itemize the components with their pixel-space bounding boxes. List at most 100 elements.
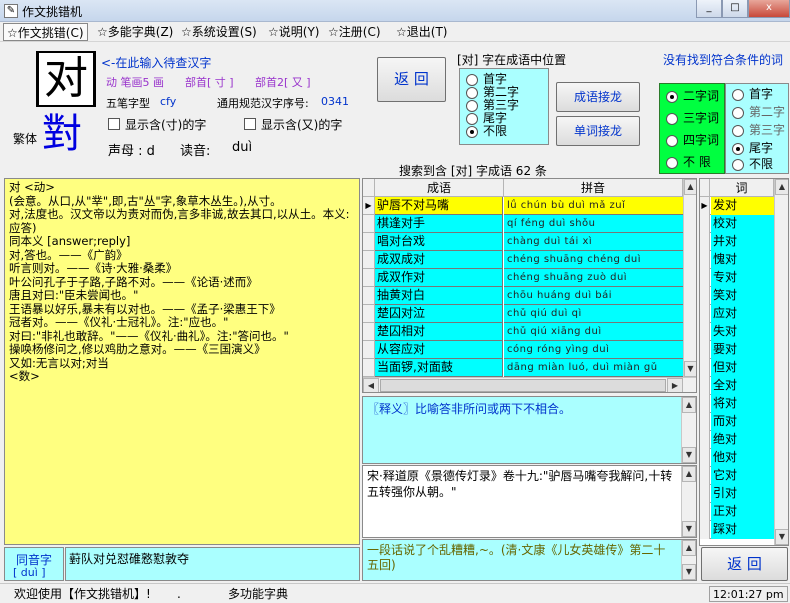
table-row[interactable]: 楚囚相对 chǔ qiú xiāng duì [363, 323, 683, 341]
table-row[interactable]: 当面锣,对面鼓 dāng miàn luó, duì miàn gǔ [363, 359, 683, 377]
scroll-up-icon[interactable]: ▲ [682, 397, 696, 413]
idiom-table[interactable]: 成语 拼音 ▶ 驴唇不对马嘴 lǘ chún bù duì mǎ zuǐ 棋逢对手 q… [362, 178, 697, 393]
table-row[interactable]: 唱对台戏 chàng duì tái xì [363, 233, 683, 251]
scroll-right-icon[interactable]: ▶ [667, 378, 683, 392]
status-bar: 欢迎使用【作文挑错机】! . 多功能字典 12:01:27 pm [0, 583, 790, 603]
scroll-up-icon[interactable]: ▲ [684, 179, 696, 195]
word-list-scrollbar[interactable]: ▲ ▼ [774, 179, 788, 545]
show-radical1-checkbox[interactable] [108, 118, 120, 130]
homophone-chars: 薱队对兑怼碓憝懟敦夺 [69, 552, 190, 566]
scroll-down-icon[interactable]: ▼ [682, 447, 696, 463]
row-indicator [700, 215, 710, 233]
row-indicator [700, 377, 710, 395]
word-list[interactable]: 词 ▶ 发对 校对 并对 愧对 专对 笑对 应对 失对 要对 但对 全对 将对 而对 绝对 他对 它对 引对 正对踩… [699, 178, 789, 546]
menu-dictionary[interactable]: ☆多能字典(Z) [94, 23, 176, 41]
word-list-item[interactable]: 全对 [700, 377, 774, 395]
back-button-bottom[interactable]: 返 回 [701, 547, 788, 581]
word-list-item[interactable]: 失对 [700, 323, 774, 341]
radical-1: 部首[ 寸 ] [185, 76, 234, 89]
menu-help[interactable]: ☆说明(Y) [265, 23, 322, 41]
wubi-label: 五笔字型 [106, 97, 150, 110]
radio-icon [732, 107, 744, 119]
word-length-radio-group: 二字词 三字词 四字词 不 限 [659, 83, 725, 174]
word-list-item[interactable]: 踩对 [700, 521, 774, 539]
word-list-item[interactable]: 并对 [700, 233, 774, 251]
scroll-thumb[interactable] [380, 379, 666, 392]
word-list-item[interactable]: 引对 [700, 485, 774, 503]
word-list-item[interactable]: 愧对 [700, 251, 774, 269]
menu-composition-check[interactable]: ☆作文挑错(C) [3, 23, 88, 41]
reading-value: duì [232, 140, 253, 155]
minimize-button[interactable]: _ [696, 0, 722, 18]
char-input[interactable]: 对 [36, 51, 96, 107]
row-pointer-icon: ▶ [700, 197, 710, 215]
table-row[interactable]: 从容应对 cóng róng yìng duì [363, 341, 683, 359]
word-list-header[interactable]: 词 [710, 179, 774, 197]
word-list-item[interactable]: 他对 [700, 449, 774, 467]
show-radical2-checkbox[interactable] [244, 118, 256, 130]
column-header-idiom[interactable]: 成语 [375, 179, 504, 197]
word-list-item[interactable]: 笑对 [700, 287, 774, 305]
word-list-item[interactable]: 应对 [700, 305, 774, 323]
word-text: 愧对 [711, 251, 774, 269]
word-text: 而对 [711, 413, 774, 431]
word-list-item[interactable]: 但对 [700, 359, 774, 377]
scroll-down-icon[interactable]: ▼ [682, 521, 696, 537]
scroll-up-icon[interactable]: ▲ [682, 466, 696, 482]
table-row[interactable]: 棋逢对手 qí féng duì shǒu [363, 215, 683, 233]
table-row[interactable]: 抽黄对白 chōu huáng duì bái [363, 287, 683, 305]
row-pointer-icon: ▶ [363, 197, 375, 215]
scroll-down-icon[interactable]: ▼ [775, 529, 788, 545]
word-text: 但对 [711, 359, 774, 377]
maximize-button[interactable]: □ [722, 0, 748, 18]
homophone-chars-box[interactable]: 薱队对兑怼碓憝懟敦夺 [65, 547, 360, 581]
close-button[interactable]: x [748, 0, 790, 18]
example-scrollbar[interactable]: ▲ ▼ [681, 540, 696, 580]
example-panel[interactable]: 一段话说了个乱糟糟,~。(清·文康《儿女英雄传》第二十五回) ▲ ▼ [362, 539, 697, 581]
table-row[interactable]: 成双作对 chéng shuāng zuò duì [363, 269, 683, 287]
table-vertical-scrollbar[interactable]: ▲ ▼ [683, 179, 696, 377]
word-list-item[interactable]: 校对 [700, 215, 774, 233]
word-list-item[interactable]: ▶ 发对 [700, 197, 774, 215]
table-row[interactable]: 楚囚对泣 chǔ qiú duì qì [363, 305, 683, 323]
row-indicator [700, 413, 710, 431]
back-button-top[interactable]: 返 回 [377, 57, 446, 102]
word-list-item[interactable]: 绝对 [700, 431, 774, 449]
menu-settings[interactable]: ☆系统设置(S) [178, 23, 260, 41]
menu-register[interactable]: ☆注册(C) [325, 23, 384, 41]
idiom-chain-button[interactable]: 成语接龙 [556, 82, 640, 112]
word-list-item[interactable]: 要对 [700, 341, 774, 359]
radio-selected-icon [732, 143, 744, 155]
scroll-down-icon[interactable]: ▼ [684, 361, 696, 377]
word-list-corner [700, 179, 710, 197]
word-chain-button[interactable]: 单词接龙 [556, 116, 640, 146]
table-horizontal-scrollbar[interactable]: ◀ ▶ [363, 377, 696, 392]
definition-panel[interactable]: 对 <动> (会意。从口,从"丵",即,古"丛"字,象草木丛生。),从寸。 对,… [4, 178, 360, 545]
word-text: 应对 [711, 305, 774, 323]
menu-exit[interactable]: ☆退出(T) [393, 23, 450, 41]
word-list-item[interactable]: 而对 [700, 413, 774, 431]
scroll-up-icon[interactable]: ▲ [775, 179, 788, 195]
row-indicator [700, 521, 710, 539]
explanation-panel[interactable]: 〖释义〗比喻答非所问或两下不相合。 ▲ ▼ [362, 396, 697, 464]
word-list-item[interactable]: 它对 [700, 467, 774, 485]
word-list-item[interactable]: 专对 [700, 269, 774, 287]
table-row[interactable]: ▶ 驴唇不对马嘴 lǘ chún bù duì mǎ zuǐ [363, 197, 683, 215]
status-dot: . [177, 587, 181, 601]
word-list-item[interactable]: 将对 [700, 395, 774, 413]
table-row[interactable]: 成双成对 chéng shuāng chéng duì [363, 251, 683, 269]
scroll-down-icon[interactable]: ▼ [682, 564, 696, 580]
row-indicator [700, 323, 710, 341]
word-text: 发对 [711, 197, 774, 215]
source-panel[interactable]: 宋·释道原《景德传灯录》卷十九:"驴唇马嘴夸我解问,十转五转强你从朝。" ▲ ▼ [362, 465, 697, 538]
no-match-message: 没有找到符合条件的词 [663, 53, 784, 67]
explanation-scrollbar[interactable]: ▲ ▼ [681, 397, 696, 463]
scroll-left-icon[interactable]: ◀ [363, 378, 379, 392]
scroll-up-icon[interactable]: ▲ [682, 540, 696, 556]
std-number-label: 通用规范汉字序号: [217, 97, 309, 110]
word-list-item[interactable]: 正对 [700, 503, 774, 521]
radio-selected-icon [666, 91, 678, 103]
column-header-pinyin[interactable]: 拼音 [504, 179, 683, 197]
status-module: 多功能字典 [228, 587, 289, 601]
source-scrollbar[interactable]: ▲ ▼ [681, 466, 696, 537]
